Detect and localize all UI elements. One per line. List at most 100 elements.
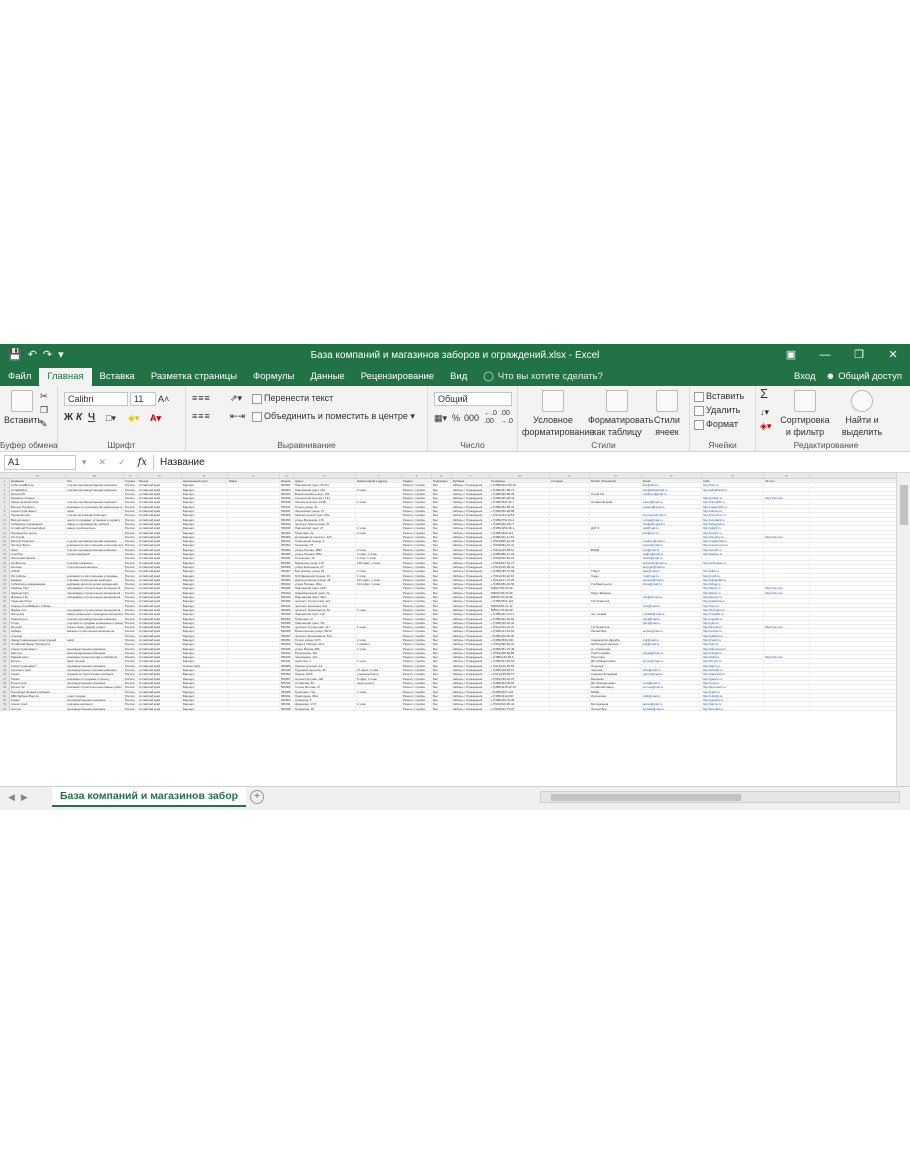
decrease-decimal-icon[interactable]: .00 →.0	[500, 410, 513, 426]
cut-icon[interactable]: ✂	[40, 390, 48, 402]
row-header[interactable]: 54	[0, 707, 9, 712]
customize-icon[interactable]: ▾	[58, 344, 64, 366]
cell[interactable]	[550, 706, 590, 712]
font-grow-icon[interactable]: A˄	[158, 393, 169, 405]
cell[interactable]: 656038	[280, 706, 294, 712]
minimize-button[interactable]: —	[808, 344, 842, 366]
copy-icon[interactable]: ❐	[40, 404, 48, 416]
clear-icon[interactable]: ◈▾	[760, 420, 771, 432]
cell-area[interactable]: Название Тип Страна Регион Населенный пункт Р…	[10, 479, 896, 712]
tab-page-layout[interactable]: Разметка страницы	[143, 368, 245, 386]
share-button[interactable]: ☻ Общий доступ	[826, 368, 902, 386]
delete-cells-button[interactable]: Удалить	[694, 404, 740, 416]
format-cells-button[interactable]: Формат	[694, 418, 738, 430]
cell[interactable]	[764, 706, 810, 712]
font-name-select[interactable]: Calibri	[64, 392, 128, 406]
font-color-icon[interactable]: A▾	[150, 412, 161, 424]
horizontal-scrollbar[interactable]	[540, 791, 900, 803]
cell[interactable]	[356, 706, 402, 712]
italic-button[interactable]: К	[76, 412, 82, 424]
tab-file[interactable]: Файл	[0, 368, 39, 386]
tab-data[interactable]: Данные	[302, 368, 352, 386]
conditional-formatting-button[interactable]: Условное форматирование	[522, 390, 594, 438]
cell[interactable]: Заборы / Ограждения	[452, 706, 490, 712]
increase-decimal-icon[interactable]: ←.0.00	[484, 410, 497, 426]
restore-button[interactable]: ❐	[842, 344, 876, 366]
title-bar: 💾 ↶ ↷ ▾ База компаний и магазинов заборо…	[0, 344, 910, 366]
tab-view[interactable]: Вид	[442, 368, 475, 386]
redo-icon[interactable]: ↷	[43, 344, 52, 366]
indent-icon[interactable]: ⇤⇥	[230, 410, 245, 422]
cell[interactable]: Быт	[432, 706, 452, 712]
bold-button[interactable]: Ж	[64, 412, 73, 424]
align-left-icon[interactable]: ≡≡≡	[192, 410, 211, 422]
fill-color-icon[interactable]: ◈▾	[128, 412, 139, 424]
format-as-table-button[interactable]: Форматировать как таблицу	[588, 390, 653, 438]
sheet-tab-bar: ◀▶ База компаний и магазинов забор +	[0, 786, 910, 810]
close-button[interactable]: ✕	[876, 344, 910, 366]
insert-cells-button[interactable]: Вставить	[694, 390, 744, 402]
tab-insert[interactable]: Вставка	[92, 368, 143, 386]
save-icon[interactable]: 💾	[8, 344, 22, 366]
find-select-button[interactable]: Найти и выделить	[836, 390, 888, 438]
paste-button[interactable]: Вставить	[4, 390, 42, 426]
cell[interactable]: Контакт	[10, 706, 66, 712]
new-sheet-icon[interactable]: +	[250, 790, 264, 804]
number-format-select[interactable]: Общий	[434, 392, 512, 406]
merge-center-button[interactable]: Объединить и поместить в центре ▾	[252, 410, 415, 422]
cell[interactable]: +7(963)522-73-97	[490, 706, 550, 712]
undo-icon[interactable]: ↶	[28, 344, 37, 366]
cell[interactable]: производственная компания	[66, 706, 124, 712]
group-alignment: ≡≡≡ ⇗▾ Перенести текст ≡≡≡ ⇤⇥ Объединить…	[186, 386, 428, 452]
cell[interactable]: http://kontakt.ru	[702, 706, 764, 712]
orientation-icon[interactable]: ⇗▾	[230, 392, 242, 404]
tell-me-box[interactable]: ◯ Что вы хотите сделать?	[475, 368, 611, 386]
cell[interactable]: Лесной Бор	[590, 706, 642, 712]
tell-me-text: Что вы хотите сделать?	[497, 371, 603, 382]
excel-window: 💾 ↶ ↷ ▾ База компаний и магазинов заборо…	[0, 344, 910, 810]
ribbon-home: Вставить ✂ ❐ ✎ Буфер обмена Calibri 11 A…	[0, 386, 910, 452]
cell[interactable]: Россия	[124, 706, 138, 712]
table-row: Контакт производственная компания Россия Ал…	[10, 706, 896, 712]
formula-input[interactable]: Название	[152, 454, 910, 470]
sheet-tab[interactable]: База компаний и магазинов забор	[52, 787, 247, 807]
sign-in-link[interactable]: Вход	[794, 368, 816, 386]
tab-formulas[interactable]: Формулы	[245, 368, 302, 386]
percent-button[interactable]: %	[452, 412, 460, 424]
thousands-button[interactable]: 000	[464, 412, 479, 424]
vertical-scroll-thumb[interactable]	[900, 485, 908, 525]
sheet-nav-arrows[interactable]: ◀▶	[8, 792, 34, 803]
underline-button[interactable]: Ч	[88, 412, 95, 424]
vertical-scrollbar[interactable]	[896, 473, 910, 786]
name-box-dropdown-icon[interactable]: ▾	[82, 457, 87, 468]
borders-icon[interactable]: □▾	[106, 412, 116, 424]
conditional-formatting-icon	[542, 390, 564, 412]
find-select-label: Найти и выделить	[841, 415, 883, 437]
styles-label: Стили	[591, 440, 616, 450]
wrap-text-button[interactable]: Перенести текст	[252, 392, 333, 404]
cell-styles-button[interactable]: Стили ячеек	[648, 390, 686, 438]
tab-home[interactable]: Главная	[39, 368, 92, 386]
ribbon-display-icon[interactable]: ▣	[774, 344, 808, 366]
autosum-button[interactable]: Σ	[760, 387, 768, 400]
currency-icon[interactable]: ▦▾	[434, 412, 447, 424]
font-size-select[interactable]: 11	[130, 392, 156, 406]
horizontal-scroll-thumb[interactable]	[551, 794, 741, 801]
cell[interactable]	[228, 706, 280, 712]
cell[interactable]: Ремонт, стройка	[402, 706, 432, 712]
cancel-icon[interactable]: ✕	[99, 457, 107, 468]
cell[interactable]: Гридасова, 28	[294, 706, 356, 712]
sort-filter-button[interactable]: Сортировка и фильтр	[780, 390, 830, 438]
enter-icon[interactable]: ✓	[118, 457, 126, 468]
cell[interactable]: kontakt@mail.ru	[642, 706, 702, 712]
worksheet-grid[interactable]: ABCDEFGHIJKLMNOPQR 1 2 3 4 5 6 7 8 9 10 11 12 13 14 15…	[0, 473, 910, 786]
format-painter-icon[interactable]: ✎	[40, 418, 48, 430]
fill-icon[interactable]: ↓▾	[760, 406, 769, 418]
quick-access-toolbar: 💾 ↶ ↷ ▾	[0, 344, 120, 366]
cell[interactable]: Барнаул	[182, 706, 228, 712]
insert-function-button[interactable]: fx	[138, 457, 147, 468]
cell[interactable]: Алтайский край	[138, 706, 182, 712]
tab-review[interactable]: Рецензирование	[353, 368, 442, 386]
align-top-icon[interactable]: ≡≡≡	[192, 392, 211, 404]
name-box[interactable]: A1	[4, 454, 76, 470]
